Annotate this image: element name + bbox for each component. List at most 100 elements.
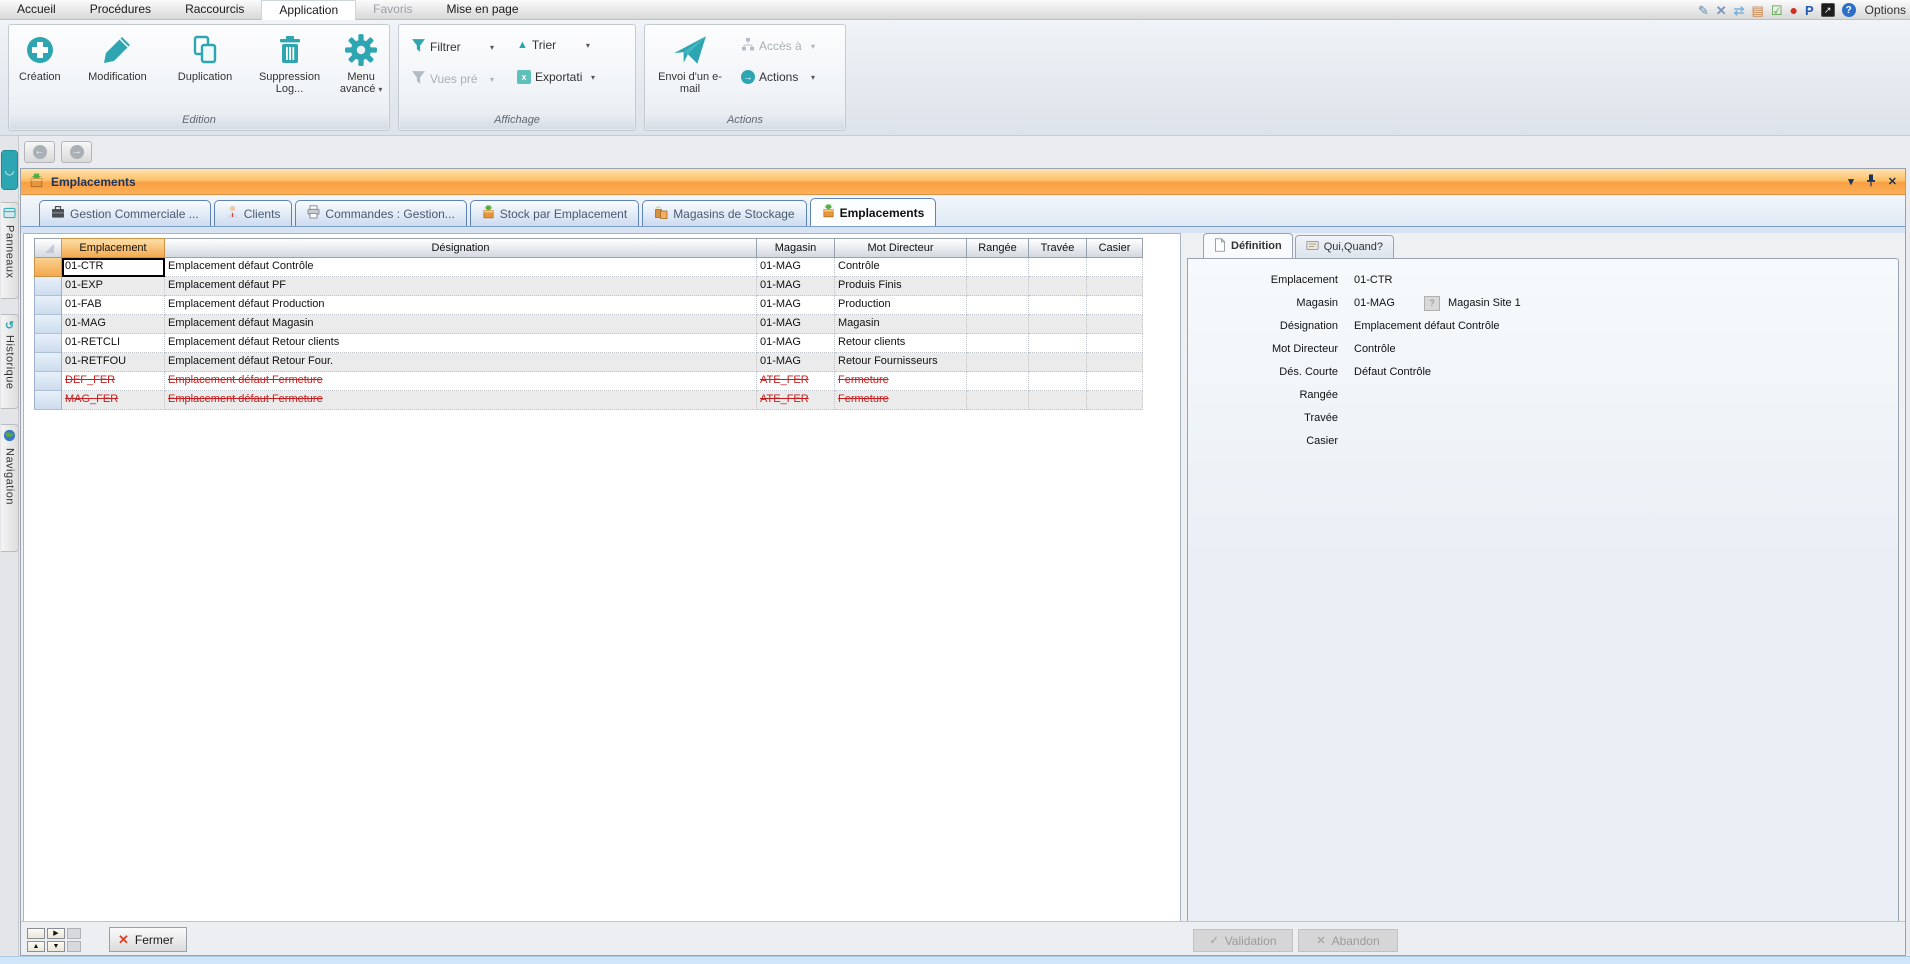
- menu-bar: Accueil Procédures Raccourcis Applicatio…: [0, 0, 1910, 20]
- menu-tab-application[interactable]: Application: [261, 0, 356, 20]
- table-row[interactable]: 01-FAB Emplacement défaut Production 01-…: [34, 296, 1143, 315]
- row-selector[interactable]: [34, 391, 62, 410]
- row-selector[interactable]: [34, 258, 62, 277]
- delete-cross-icon[interactable]: ✕: [1716, 4, 1727, 17]
- titlebar-menu-icon[interactable]: ▾: [1848, 175, 1854, 188]
- row-selector[interactable]: [34, 315, 62, 334]
- table-row-deleted[interactable]: DEF_FER Emplacement défaut Fermeture ATE…: [34, 372, 1143, 391]
- chevron-down-icon: ▾: [811, 42, 815, 51]
- select-all-corner[interactable]: [34, 238, 62, 258]
- globe-icon: [3, 429, 16, 445]
- record-icon[interactable]: ●: [1790, 4, 1798, 17]
- options-button[interactable]: Options: [1865, 3, 1906, 17]
- dock-collapse-button[interactable]: ◡: [1, 150, 18, 190]
- field-value[interactable]: 01-MAG: [1354, 295, 1395, 309]
- row-selector[interactable]: [34, 334, 62, 353]
- row-selector[interactable]: [34, 353, 62, 372]
- exportation-button[interactable]: x Exportati ▾: [517, 70, 595, 84]
- table-row[interactable]: 01-RETFOU Emplacement défaut Retour Four…: [34, 353, 1143, 372]
- tab-emplacements[interactable]: Emplacements: [810, 198, 937, 226]
- forward-button[interactable]: →: [61, 141, 92, 163]
- field-value[interactable]: Emplacement défaut Contrôle: [1354, 318, 1500, 332]
- field-casier: Casier: [1188, 433, 1898, 456]
- menu-tab-accueil[interactable]: Accueil: [0, 0, 73, 20]
- table-row[interactable]: 01-MAG Emplacement défaut Magasin 01-MAG…: [34, 315, 1143, 334]
- sync-icon[interactable]: ⇄: [1734, 4, 1745, 17]
- emplacements-window: Emplacements ▾ ✕ Gestion Commerciale ...…: [20, 168, 1906, 956]
- field-travee: Travée: [1188, 410, 1898, 433]
- parking-p-icon[interactable]: P: [1805, 4, 1814, 17]
- back-button[interactable]: ←: [24, 141, 55, 163]
- task-check-icon[interactable]: ☑: [1771, 4, 1783, 17]
- sidebar-item-historique[interactable]: ↺ Historique: [1, 314, 19, 409]
- menu-tab-procedures[interactable]: Procédures: [73, 0, 168, 20]
- column-header-casier[interactable]: Casier: [1087, 238, 1143, 258]
- fermer-button[interactable]: ✕ Fermer: [109, 927, 187, 952]
- pin-icon[interactable]: [1866, 174, 1876, 190]
- validation-button[interactable]: ✓ Validation: [1193, 929, 1293, 952]
- table-row[interactable]: 01-EXP Emplacement défaut PF 01-MAG Prod…: [34, 277, 1143, 296]
- tab-commandes[interactable]: Commandes : Gestion...: [295, 200, 466, 226]
- chevron-down-icon: ▾: [811, 73, 815, 82]
- ribbon-group-label-affichage: Affichage: [400, 113, 634, 129]
- sidebar-item-navigation[interactable]: Navigation: [1, 424, 19, 552]
- tab-clients[interactable]: Clients: [214, 200, 293, 226]
- tab-stock-par-emplacement[interactable]: Stock par Emplacement: [470, 200, 639, 226]
- close-x-icon: ✕: [118, 932, 129, 948]
- nav-spacer: [67, 941, 81, 952]
- arrow-circle-icon: →: [741, 70, 755, 84]
- screen-share-icon[interactable]: ↗: [1821, 3, 1835, 17]
- plus-circle-icon: [24, 32, 56, 68]
- chevron-down-icon: ▾: [490, 43, 494, 52]
- vues-predefinies-button[interactable]: Vues pré ▾: [411, 70, 494, 88]
- trier-button[interactable]: ▲ Trier ▾: [517, 38, 590, 52]
- row-selector[interactable]: [34, 372, 62, 391]
- tab-qui-quand[interactable]: Qui,Quand?: [1295, 235, 1394, 258]
- actions-button[interactable]: → Actions ▾: [741, 70, 815, 84]
- notes-icon[interactable]: ▤: [1752, 4, 1764, 17]
- sort-ascending-icon: ▲: [517, 39, 528, 51]
- chevron-down-icon: ▾: [378, 85, 382, 94]
- filter-icon: [411, 38, 426, 56]
- first-record-button[interactable]: [27, 928, 45, 939]
- column-header-emplacement[interactable]: Emplacement: [62, 238, 165, 258]
- last-record-button[interactable]: ▶: [47, 928, 65, 939]
- history-nav: ← →: [24, 141, 92, 163]
- help-icon[interactable]: ?: [1842, 3, 1856, 17]
- tab-definition[interactable]: Définition: [1203, 233, 1293, 258]
- envoi-email-button[interactable]: Envoi d'un e-mail: [647, 25, 733, 95]
- column-header-travee[interactable]: Travée: [1029, 238, 1087, 258]
- table-row[interactable]: 01-RETCLI Emplacement défaut Retour clie…: [34, 334, 1143, 353]
- filtrer-button[interactable]: Filtrer ▾: [411, 38, 494, 56]
- row-selector[interactable]: [34, 277, 62, 296]
- signature-edit-icon[interactable]: ✎: [1698, 4, 1709, 17]
- ribbon-group-label-actions: Actions: [646, 113, 844, 129]
- column-header-designation[interactable]: Désignation: [165, 238, 757, 258]
- sidebar-item-panneaux[interactable]: Panneaux: [1, 202, 19, 299]
- column-header-rangee[interactable]: Rangée: [967, 238, 1029, 258]
- grid-panel: Emplacement Désignation Magasin Mot Dire…: [23, 233, 1181, 921]
- table-row[interactable]: 01-CTR Emplacement défaut Contrôle 01-MA…: [34, 258, 1143, 277]
- cell-emplacement[interactable]: 01-CTR: [62, 258, 165, 277]
- menu-tab-raccourcis[interactable]: Raccourcis: [168, 0, 261, 20]
- acces-a-button[interactable]: Accès à ▾: [741, 38, 815, 54]
- column-header-magasin[interactable]: Magasin: [757, 238, 835, 258]
- menu-tab-favoris[interactable]: Favoris: [356, 0, 429, 20]
- menu-tab-mise-en-page[interactable]: Mise en page: [429, 0, 535, 20]
- previous-record-button[interactable]: ▲: [27, 941, 45, 952]
- tab-gestion-commerciale[interactable]: Gestion Commerciale ...: [39, 200, 211, 226]
- field-value[interactable]: Défaut Contrôle: [1354, 364, 1431, 378]
- next-record-button[interactable]: ▼: [47, 941, 65, 952]
- abandon-button[interactable]: ✕ Abandon: [1298, 929, 1398, 952]
- filter-icon: [411, 70, 426, 88]
- arrow-right-icon: →: [70, 145, 84, 159]
- tab-magasins-de-stockage[interactable]: Magasins de Stockage: [642, 200, 806, 226]
- ribbon-group-label-edition: Edition: [10, 113, 388, 129]
- lookup-help-button[interactable]: ?: [1424, 296, 1440, 311]
- column-header-mot-directeur[interactable]: Mot Directeur: [835, 238, 967, 258]
- close-icon[interactable]: ✕: [1888, 175, 1897, 188]
- field-value[interactable]: 01-CTR: [1354, 272, 1393, 286]
- table-row-deleted[interactable]: MAG_FER Emplacement défaut Fermeture ATE…: [34, 391, 1143, 410]
- field-value[interactable]: Contrôle: [1354, 341, 1396, 355]
- row-selector[interactable]: [34, 296, 62, 315]
